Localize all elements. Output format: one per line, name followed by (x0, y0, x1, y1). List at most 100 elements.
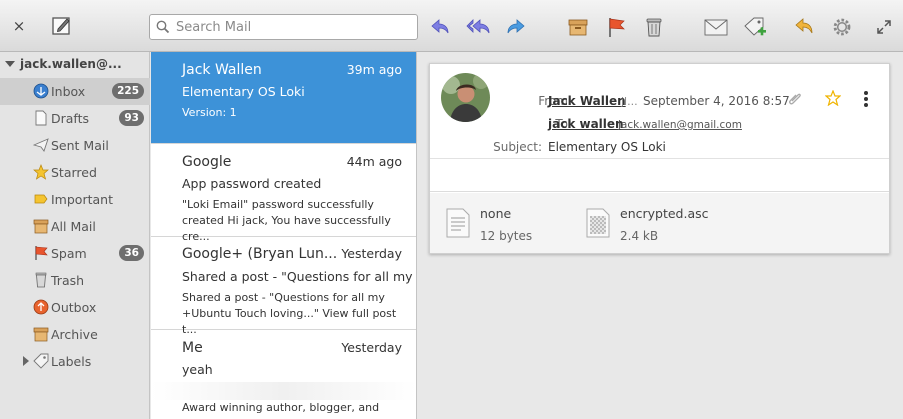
sidebar-item-label: Inbox (51, 84, 86, 99)
sidebar-item-starred[interactable]: Starred (0, 159, 150, 186)
mark-unread-button[interactable] (702, 14, 730, 40)
recipient-name[interactable]: jack wallen (548, 117, 624, 131)
paperclip-icon (789, 93, 801, 105)
message-row[interactable]: Me Yesterday yeah Award winning author, … (151, 330, 416, 419)
message-card: From: Jack Wallen jl... September 4, 201… (429, 63, 890, 254)
sidebar-item-label: Starred (51, 165, 97, 180)
compose-icon (52, 17, 70, 35)
unread-count-badge: 93 (119, 110, 144, 126)
account-name: jack.wallen@... (20, 57, 122, 71)
sidebar-item-trash[interactable]: Trash (0, 267, 150, 294)
sidebar-item-label: Important (51, 192, 113, 207)
reply-all-icon (466, 19, 490, 34)
sent-icon (33, 138, 49, 152)
message-time: Yesterday (341, 340, 402, 355)
attachment-bar: none 12 bytes encrypted.asc 2.4 kB (430, 193, 889, 253)
drafts-icon (35, 110, 47, 126)
sidebar-item-sent-mail[interactable]: Sent Mail (0, 132, 150, 159)
recipient-email[interactable]: jack.wallen@gmail.com (618, 119, 742, 131)
message-preview: Version: 1 (182, 106, 237, 119)
spam-flag-icon (35, 246, 48, 260)
compose-button[interactable] (50, 14, 74, 38)
archive-box-icon (568, 19, 588, 36)
attachment-name: none (480, 206, 512, 221)
sidebar-item-labels[interactable]: Labels (0, 348, 150, 375)
message-date: September 4, 2016 8:57 (643, 94, 790, 108)
preview-blur (151, 382, 416, 400)
message-time: 44m ago (346, 154, 402, 169)
message-subject: App password created (182, 176, 322, 191)
sidebar-item-outbox[interactable]: Outbox (0, 294, 150, 321)
forward-button[interactable] (504, 15, 528, 39)
text-file-icon (446, 208, 470, 238)
settings-button[interactable] (829, 14, 855, 40)
undo-icon (795, 18, 813, 34)
add-label-button[interactable] (741, 14, 769, 40)
archive-button[interactable] (565, 14, 591, 40)
message-list: Jack Wallen 39m ago Elementary OS Loki V… (151, 52, 417, 419)
folder-sidebar: jack.wallen@... Inbox 225 Drafts 93 Sent… (0, 52, 150, 419)
sidebar-item-label: Trash (51, 273, 85, 288)
sidebar-item-label: Spam (51, 246, 87, 261)
sidebar-item-important[interactable]: Important (0, 186, 150, 213)
maximize-button[interactable] (875, 18, 893, 36)
star-outline-icon (824, 89, 842, 107)
sidebar-item-label: Sent Mail (51, 138, 109, 153)
search-input[interactable] (176, 19, 406, 35)
reply-all-button[interactable] (465, 15, 493, 39)
message-menu-button[interactable] (862, 90, 876, 108)
important-icon (34, 194, 48, 204)
subject-label: Subject: (493, 140, 542, 154)
search-icon (156, 20, 170, 34)
sidebar-item-inbox[interactable]: Inbox 225 (0, 78, 150, 105)
message-row[interactable]: Jack Wallen 39m ago Elementary OS Loki V… (151, 52, 416, 144)
inbox-icon (33, 83, 49, 99)
message-time: 39m ago (346, 62, 402, 77)
search-field[interactable] (149, 14, 418, 40)
tag-icon (33, 353, 49, 369)
account-header[interactable]: jack.wallen@... (0, 52, 150, 76)
expander-icon (5, 61, 15, 67)
message-header: From: Jack Wallen jl... September 4, 201… (430, 64, 889, 159)
outbox-icon (33, 299, 49, 315)
message-subject: yeah (182, 362, 213, 377)
unread-count-badge: 225 (112, 83, 144, 99)
sidebar-item-drafts[interactable]: Drafts 93 (0, 105, 150, 132)
envelope-icon (704, 19, 728, 36)
close-window-button[interactable]: × (10, 17, 28, 35)
encrypted-file-icon (586, 208, 610, 238)
message-row[interactable]: Google+ (Bryan Lun... Yesterday Shared a… (151, 237, 417, 336)
sidebar-item-label: Outbox (51, 300, 97, 315)
sidebar-item-spam[interactable]: Spam 36 (0, 240, 150, 267)
add-tag-icon (744, 17, 766, 36)
gear-icon (833, 18, 851, 36)
message-body (430, 160, 889, 192)
unread-count-badge: 36 (119, 245, 144, 261)
reply-button[interactable] (428, 15, 452, 39)
flag-icon (609, 18, 625, 37)
sidebar-item-archive[interactable]: Archive (0, 321, 150, 348)
attachment-size: 2.4 kB (620, 229, 659, 243)
message-subject: Elementary OS Loki (548, 140, 666, 154)
undo-button[interactable] (792, 14, 818, 40)
trash-icon (35, 272, 47, 288)
maximize-icon (877, 20, 891, 34)
message-subject: Elementary OS Loki (182, 84, 305, 99)
message-sender: Jack Wallen (182, 62, 262, 78)
attachment-size: 12 bytes (480, 229, 533, 243)
sender-name[interactable]: Jack Wallen (548, 94, 626, 108)
sender-address-truncated: jl... (621, 95, 638, 108)
forward-icon (507, 19, 525, 34)
message-row[interactable]: Google 44m ago App password created "Lok… (151, 144, 416, 243)
attachment-name: encrypted.asc (620, 206, 709, 221)
message-sender: Google+ (Bryan Lun... (182, 246, 338, 262)
sidebar-item-all-mail[interactable]: All Mail (0, 213, 150, 240)
sidebar-item-label: Archive (51, 327, 98, 342)
star-toggle[interactable] (824, 89, 843, 108)
message-subject: Shared a post - "Questions for all my +.… (182, 269, 417, 284)
message-time: Yesterday (341, 246, 402, 261)
reply-icon (431, 19, 449, 34)
mark-spam-button[interactable] (603, 14, 629, 40)
archive-box-icon (33, 219, 49, 234)
delete-button[interactable] (641, 14, 667, 40)
